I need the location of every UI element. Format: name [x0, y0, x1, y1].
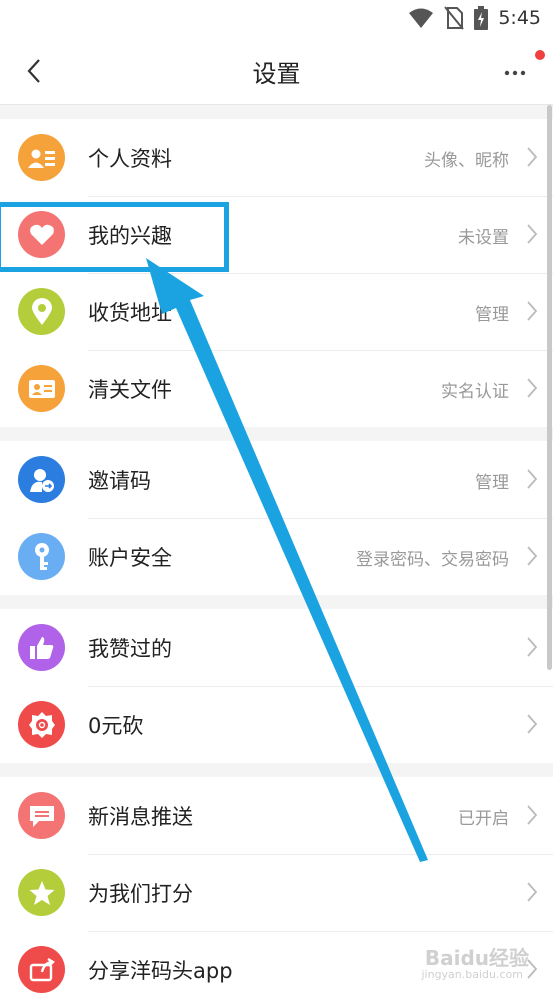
watermark-logo: Baidu经验: [424, 946, 529, 970]
watermark-url: jingyan.baidu.com: [421, 968, 523, 981]
annotation-arrow-icon: [146, 258, 428, 862]
